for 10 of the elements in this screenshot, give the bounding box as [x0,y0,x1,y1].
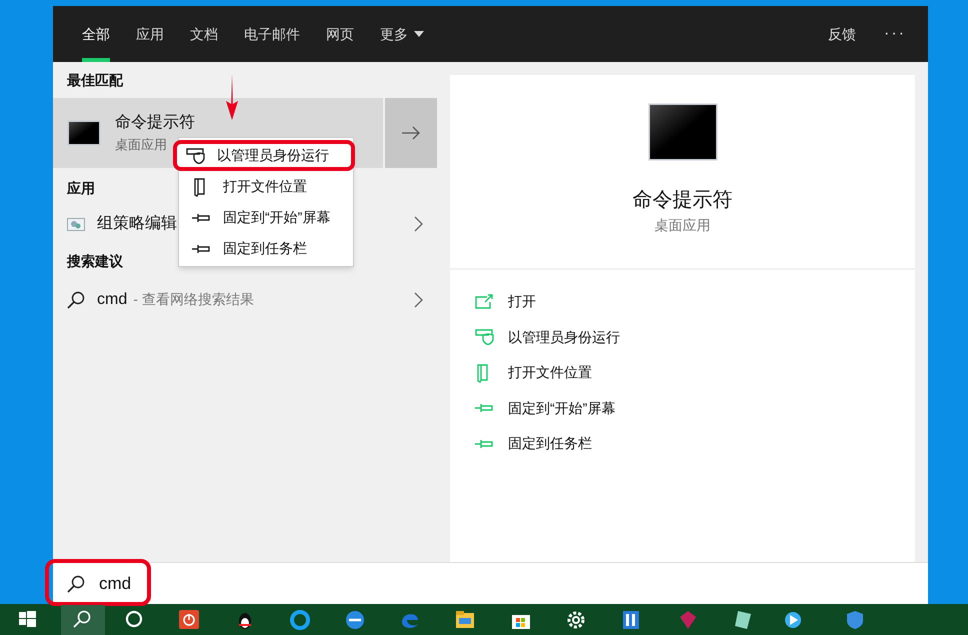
app-title: 组策略编辑 [97,214,177,234]
section-heading: 最佳匹配 [67,70,123,90]
app-type: 桌面应用 [654,216,710,235]
section-heading: 应用 [67,178,95,198]
app-type: 桌面应用 [115,136,168,154]
app-title: 命令提示符 [632,188,732,213]
app-title: 命令提示符 [115,113,195,134]
section-heading: 搜索建议 [67,252,123,270]
hint-text: - 查看网络搜索结果 [133,290,254,309]
query-text: cmd [97,290,128,310]
